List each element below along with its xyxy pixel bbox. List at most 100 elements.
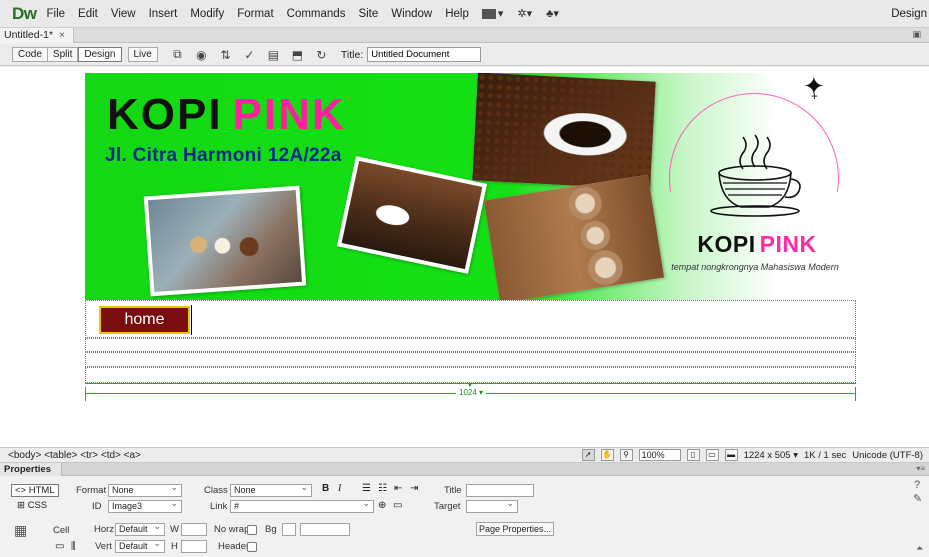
merge-cells-icon[interactable]: ▭ <box>55 541 64 552</box>
target-select[interactable] <box>466 498 518 513</box>
coffee-cup-icon <box>710 134 801 217</box>
banner-title-pink: PINK <box>232 90 346 139</box>
menu-insert[interactable]: Insert <box>149 8 178 20</box>
html-mode-label: HTML <box>28 485 55 496</box>
window-size-select[interactable]: 1224 x 505 ▾ <box>744 450 798 461</box>
encoding: Unicode (UTF-8) <box>852 449 923 461</box>
outdent-icon[interactable]: ⇤ <box>394 483 402 494</box>
menu-view[interactable]: View <box>111 8 136 20</box>
document-title-input[interactable] <box>367 47 482 62</box>
help-icon[interactable]: ? <box>914 479 920 491</box>
status-tools: ➚ ✋ ⚲ 100% ▯ ▭ ▬ 1224 x 505 ▾ 1K / 1 sec… <box>581 449 923 461</box>
logo-name: KOPI PINK <box>687 233 827 256</box>
point-to-file-icon[interactable]: ⊕ <box>378 500 386 511</box>
vert-label: Vert <box>95 541 112 552</box>
header-checkbox[interactable] <box>247 542 257 552</box>
css-mode-label: CSS <box>27 500 48 511</box>
menu-commands[interactable]: Commands <box>287 8 346 20</box>
mobile-size-icon[interactable]: ▯ <box>686 449 700 461</box>
document-tab-label: Untitled-1* <box>4 29 54 41</box>
banner-address: Jl. Citra Harmoni 12A/22a <box>105 145 342 166</box>
menu-help[interactable]: Help <box>445 8 469 20</box>
horz-select[interactable]: Default <box>115 521 165 536</box>
refresh-icon[interactable]: ↻ <box>314 48 329 62</box>
hand-tool-icon[interactable]: ✋ <box>600 449 614 461</box>
bold-button[interactable]: B <box>322 483 329 494</box>
code-icon: <> <box>15 485 27 496</box>
code-view-button[interactable]: Code <box>12 47 48 62</box>
page-properties-button[interactable]: Page Properties... <box>476 522 554 536</box>
restore-window-icon[interactable]: ▣ <box>912 29 921 40</box>
file-management-icon[interactable]: ⇅ <box>218 48 233 62</box>
title-field[interactable] <box>466 484 534 497</box>
nowrap-checkbox[interactable] <box>247 525 257 535</box>
link-label: Link <box>210 501 228 512</box>
bg-color-swatch[interactable] <box>282 523 296 536</box>
design-canvas[interactable]: KOPI PINK Jl. Citra Harmoni 12A/22a ✦ + K… <box>0 67 929 447</box>
browse-folder-icon[interactable]: ▭ <box>393 500 402 511</box>
desktop-size-icon[interactable]: ▬ <box>724 449 738 461</box>
nav-table-row[interactable]: home <box>85 300 856 338</box>
close-tab-icon[interactable]: × <box>59 28 65 43</box>
height-field[interactable] <box>181 540 207 553</box>
check-browser-icon[interactable]: ⬒ <box>290 48 305 62</box>
split-cells-icon[interactable]: ⫼ <box>71 541 76 552</box>
table-row[interactable] <box>85 352 856 367</box>
menu-file[interactable]: File <box>47 8 66 20</box>
split-view-button[interactable]: Split <box>47 47 79 62</box>
photo-coffee-beans-cup <box>336 156 488 274</box>
ordered-list-icon[interactable]: ☷ <box>378 483 387 494</box>
visual-aids-icon[interactable]: ▤ <box>266 48 281 62</box>
panel-menu-icon[interactable]: ▾≡ <box>916 464 925 473</box>
link-field[interactable]: # <box>230 498 374 513</box>
target-label: Target <box>434 501 461 512</box>
menu-modify[interactable]: Modify <box>190 8 224 20</box>
workspace-switcher[interactable]: Design <box>891 8 927 20</box>
table-row[interactable] <box>85 338 856 352</box>
extensions-menu-button[interactable]: ✲ ▾ <box>517 7 532 20</box>
table-row[interactable] <box>85 367 856 383</box>
class-select[interactable]: None <box>230 482 312 497</box>
validate-icon[interactable]: ✓ <box>242 48 257 62</box>
format-label: Format <box>76 485 107 496</box>
tag-selector[interactable]: <body> <table> <tr> <td> <a> <box>8 450 141 461</box>
document-tab[interactable]: Untitled-1* × <box>0 28 74 43</box>
tablet-size-icon[interactable]: ▭ <box>705 449 719 461</box>
format-select[interactable]: None <box>108 482 182 497</box>
home-button[interactable]: home <box>99 306 190 334</box>
logo-name-kopi: KOPI <box>697 231 756 257</box>
css-mode-button[interactable]: ⊞ CSS <box>14 500 50 513</box>
id-select[interactable]: Image3 <box>108 498 182 513</box>
width-field[interactable] <box>181 523 207 536</box>
w-label: W <box>170 524 179 535</box>
html-mode-button[interactable]: <> HTML <box>11 484 59 497</box>
preview-browser-icon[interactable]: ◉ <box>194 48 209 62</box>
select-tool-icon[interactable]: ➚ <box>581 449 595 461</box>
design-view-button[interactable]: Design <box>78 47 122 62</box>
header-banner-image[interactable]: KOPI PINK Jl. Citra Harmoni 12A/22a ✦ + K… <box>85 73 856 300</box>
multiscreen-icon[interactable]: ⧉ <box>170 47 185 62</box>
banner-title: KOPI PINK <box>107 93 346 137</box>
zoom-tool-icon[interactable]: ⚲ <box>619 449 633 461</box>
quick-tag-editor-icon[interactable]: ✎ <box>913 492 922 505</box>
live-view-button[interactable]: Live <box>127 47 158 62</box>
cell-label: Cell <box>53 525 70 536</box>
menu-edit[interactable]: Edit <box>78 8 98 20</box>
menu-site[interactable]: Site <box>358 8 378 20</box>
italic-button[interactable]: I <box>338 483 341 494</box>
site-menu-button[interactable]: ♣ ▾ <box>546 7 559 21</box>
menu-format[interactable]: Format <box>237 8 273 20</box>
id-label: ID <box>92 501 102 512</box>
layout-menu-button[interactable]: ▾ <box>481 7 503 20</box>
table-width-label[interactable]: 1024 ▾ <box>456 387 487 399</box>
collapse-panel-icon[interactable]: ⏶ <box>916 543 923 554</box>
menu-window[interactable]: Window <box>391 8 432 20</box>
zoom-select[interactable]: 100% <box>638 449 681 461</box>
properties-title: Properties <box>0 463 62 476</box>
header-label: Header <box>218 541 250 552</box>
indent-icon[interactable]: ⇥ <box>410 483 418 494</box>
unordered-list-icon[interactable]: ☰ <box>362 483 371 494</box>
vert-select[interactable]: Default <box>115 538 165 553</box>
bg-color-field[interactable] <box>300 523 350 536</box>
table-width-ruler[interactable]: ▼ 1024 ▾ <box>85 383 856 402</box>
